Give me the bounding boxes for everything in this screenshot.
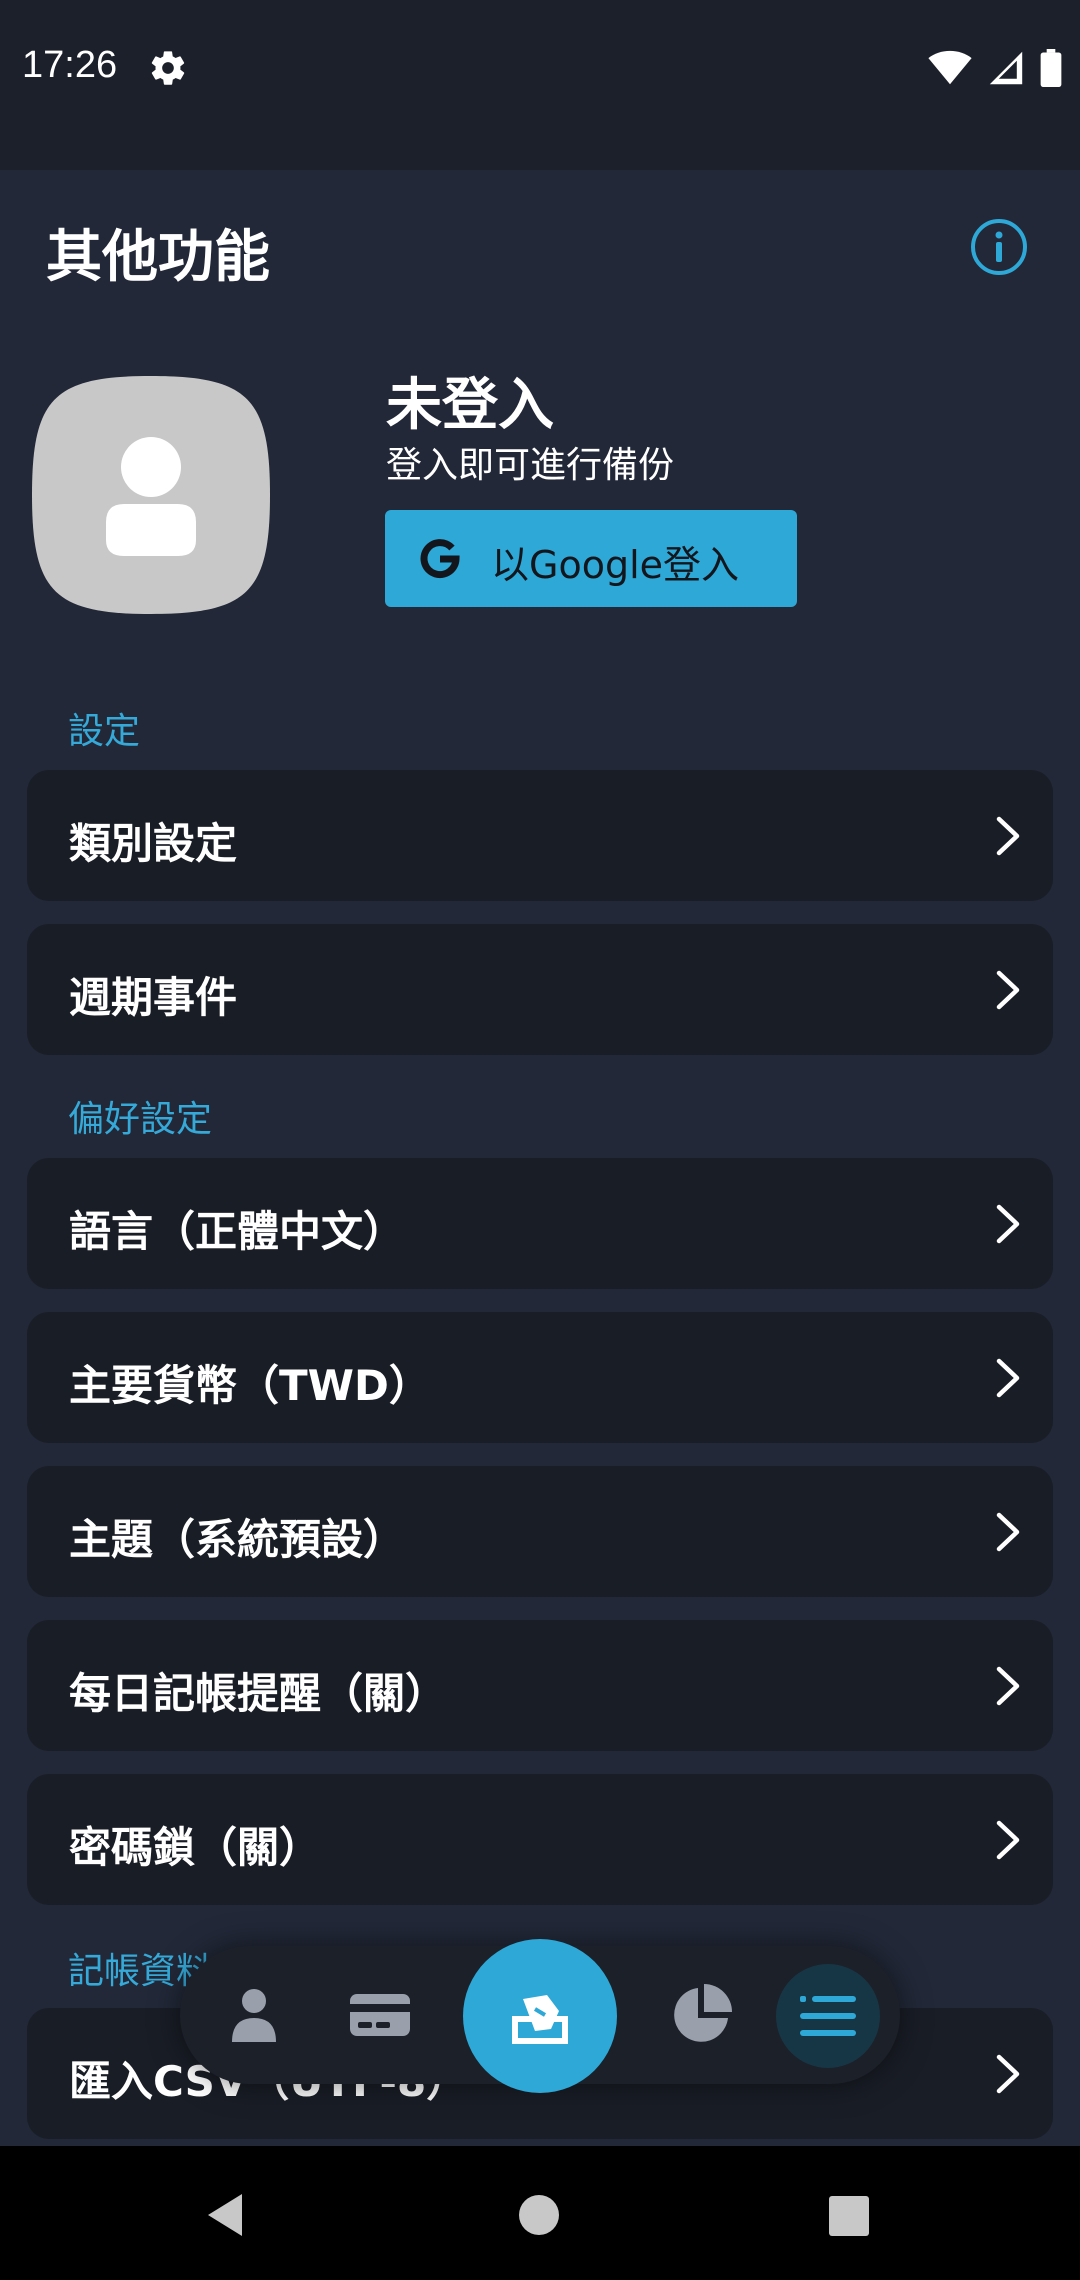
pie-chart-icon[interactable]: [670, 1984, 732, 2046]
wifi-icon: [928, 50, 972, 85]
menu-item-recurring-events[interactable]: 週期事件: [27, 924, 1053, 1055]
chevron-right-icon: [996, 1512, 1020, 1552]
status-icons: [928, 46, 1062, 90]
person-icon[interactable]: [226, 1984, 282, 2044]
menu-item-language[interactable]: 語言（正體中文）: [27, 1158, 1053, 1289]
system-nav-bar: [0, 2146, 1080, 2280]
status-bar: 17:26: [0, 0, 1080, 170]
avatar-placeholder: [32, 376, 270, 614]
google-signin-label: 以Google登入: [491, 543, 740, 587]
chevron-right-icon: [996, 1666, 1020, 1706]
profile-name: 未登入: [386, 373, 554, 438]
settings-gear-icon: [151, 51, 185, 85]
battery-icon: [1040, 49, 1062, 87]
section-label-preferences: 偏好設定: [68, 1099, 213, 1140]
menu-icon: [800, 1996, 856, 2036]
add-record-icon: [512, 1995, 568, 2044]
add-record-button[interactable]: [463, 1939, 617, 2093]
chevron-right-icon: [996, 1358, 1020, 1398]
status-time: 17:26: [22, 44, 118, 86]
menu-item-passcode-lock[interactable]: 密碼鎖（關）: [27, 1774, 1053, 1905]
back-icon[interactable]: [204, 2192, 246, 2238]
profile-subtitle: 登入即可進行備份: [386, 445, 675, 486]
menu-item-category-settings[interactable]: 類別設定: [27, 770, 1053, 901]
menu-item-label: 密碼鎖（關）: [69, 1823, 322, 1872]
menu-item-label: 週期事件: [69, 973, 238, 1022]
chevron-right-icon: [996, 1820, 1020, 1860]
menu-item-label: 主題（系統預設）: [69, 1515, 406, 1564]
signal-icon: [989, 51, 1023, 85]
menu-item-theme[interactable]: 主題（系統預設）: [27, 1466, 1053, 1597]
menu-item-label: 主要貨幣（TWD）: [69, 1361, 431, 1410]
menu-item-daily-reminder[interactable]: 每日記帳提醒（關）: [27, 1620, 1053, 1751]
chevron-right-icon: [996, 816, 1020, 856]
google-g-icon: [420, 539, 460, 579]
chevron-right-icon: [996, 970, 1020, 1010]
menu-item-currency[interactable]: 主要貨幣（TWD）: [27, 1312, 1053, 1443]
chevron-right-icon: [996, 2054, 1020, 2094]
section-label-settings: 設定: [68, 711, 141, 752]
recents-icon[interactable]: [828, 2196, 870, 2236]
menu-tab-active[interactable]: [776, 1964, 880, 2068]
menu-item-label: 類別設定: [69, 819, 238, 868]
info-icon[interactable]: [968, 216, 1030, 278]
menu-item-label: 每日記帳提醒（關）: [69, 1669, 448, 1718]
chevron-right-icon: [996, 1204, 1020, 1244]
card-icon[interactable]: [348, 1992, 412, 2038]
google-signin-button[interactable]: 以Google登入: [385, 510, 797, 607]
menu-item-label: 語言（正體中文）: [69, 1207, 406, 1256]
page-title: 其他功能: [46, 225, 270, 290]
home-icon[interactable]: [518, 2194, 560, 2236]
